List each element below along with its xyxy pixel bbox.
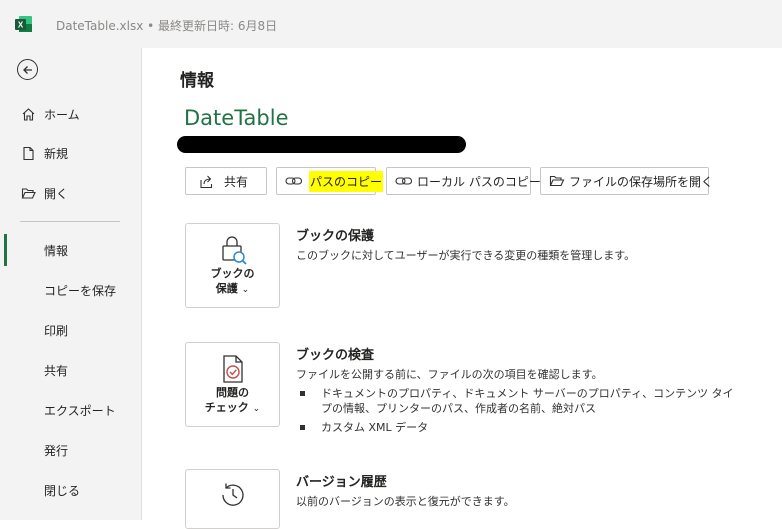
nav-export[interactable]: エクスポート — [0, 394, 141, 426]
card-label: 問題の — [216, 386, 249, 399]
section-title: ブックの検査 — [296, 348, 375, 363]
nav-label: 情報 — [44, 243, 69, 258]
nav-share[interactable]: 共有 — [0, 354, 141, 386]
window-title: DateTable.xlsx • 最終更新日時: 6月8日 — [56, 19, 278, 33]
page-title: 情報 — [180, 71, 214, 91]
share-icon — [198, 173, 216, 189]
excel-icon: X — [15, 16, 32, 32]
nav-publish[interactable]: 発行 — [0, 434, 141, 466]
nav-label: ホーム — [44, 107, 80, 122]
nav-label: 開く — [44, 186, 69, 201]
nav-label: 新規 — [44, 146, 69, 161]
section-title: バージョン履歴 — [296, 475, 387, 490]
share-label: 共有 — [224, 174, 249, 189]
section-desc: このブックに対してユーザーが実行できる変更の種類を管理します。 — [296, 249, 636, 262]
link-icon — [395, 173, 413, 189]
svg-text:X: X — [18, 21, 24, 30]
back-arrow-icon — [22, 65, 32, 74]
protect-workbook-button[interactable]: ブックの 保護 ⌄ — [185, 223, 280, 308]
chevron-down-icon: ⌄ — [241, 285, 250, 295]
copy-local-path-label: ローカル パスのコピー — [417, 174, 541, 189]
nav-label: 印刷 — [44, 323, 69, 338]
card-label: ブックの — [210, 267, 255, 280]
nav-save-copy[interactable]: コピーを保存 — [0, 274, 141, 306]
check-issues-button[interactable]: 問題の チェック ⌄ — [185, 342, 280, 427]
document-check-icon — [186, 353, 279, 385]
lock-search-icon — [186, 234, 279, 266]
home-icon — [20, 106, 36, 122]
share-button[interactable]: 共有 — [185, 167, 267, 195]
redacted-path — [177, 136, 466, 153]
nav-close[interactable]: 閉じる — [0, 474, 141, 506]
nav-label: 共有 — [44, 363, 69, 378]
section-desc: ファイルを公開する前に、ファイルの次の項目を確認します。 — [296, 368, 603, 381]
nav-label: コピーを保存 — [44, 283, 117, 298]
bullet-dot — [300, 391, 305, 396]
version-history-button[interactable] — [185, 469, 280, 529]
bullet-dot — [300, 425, 305, 430]
section-desc: 以前のバージョンの表示と復元ができます。 — [296, 495, 515, 508]
copy-path-label: パスのコピー — [309, 170, 384, 192]
nav-info[interactable]: 情報 — [0, 234, 141, 266]
nav-home[interactable]: ホーム — [0, 98, 141, 130]
open-file-location-button[interactable]: ファイルの保存場所を開く — [540, 167, 713, 195]
section-title: ブックの保護 — [296, 229, 375, 244]
chevron-down-icon: ⌄ — [252, 404, 261, 414]
folder-open-icon — [549, 173, 565, 189]
link-icon — [285, 173, 303, 189]
nav-new[interactable]: 新規 — [0, 137, 141, 169]
history-icon — [186, 480, 279, 510]
bullet-text: ドキュメントのプロパティ、ドキュメント サーバーのプロパティ、コンテンツ タイプ… — [321, 387, 734, 415]
card-label-2: チェック ⌄ — [204, 401, 261, 414]
nav-print[interactable]: 印刷 — [0, 314, 141, 346]
file-name: DateTable — [184, 106, 289, 130]
folder-open-icon — [20, 185, 36, 201]
nav-label: エクスポート — [44, 403, 116, 418]
title-bar: X DateTable.xlsx • 最終更新日時: 6月8日 — [0, 0, 782, 48]
nav-open[interactable]: 開く — [0, 177, 141, 209]
copy-local-path-button[interactable]: ローカル パスのコピー — [386, 167, 541, 195]
open-file-location-label: ファイルの保存場所を開く — [569, 174, 714, 189]
nav-label: 発行 — [44, 443, 69, 458]
copy-path-button[interactable]: パスのコピー — [276, 167, 384, 195]
back-button[interactable] — [17, 59, 38, 80]
nav-label: 閉じる — [44, 483, 81, 498]
new-file-icon — [20, 145, 36, 161]
nav-separator — [20, 221, 120, 222]
card-label-2: 保護 ⌄ — [215, 282, 250, 295]
bullet-text: カスタム XML データ — [321, 421, 429, 434]
